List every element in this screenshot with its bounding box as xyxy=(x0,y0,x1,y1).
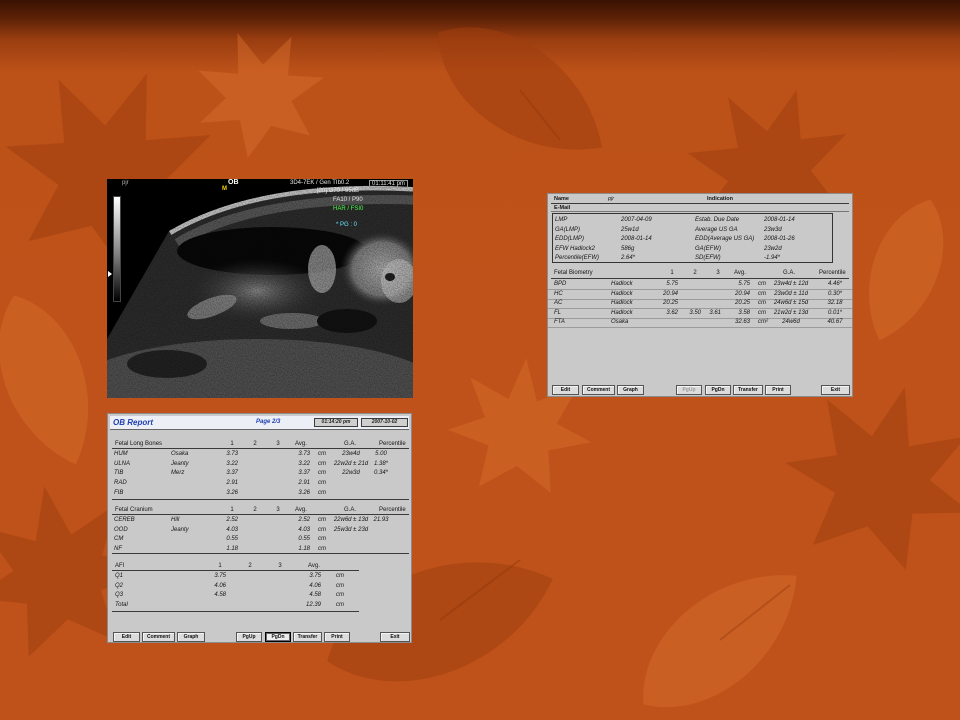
gain-label: [20] G70 / 95dB xyxy=(317,188,360,194)
method-cell: Hadlock xyxy=(611,309,633,316)
ob-report-page-1: Name pjr Indication E-Mail LMP 2007-04-09… xyxy=(547,193,853,397)
pct-cell: 4.46* xyxy=(827,281,842,287)
graph-button[interactable]: Graph xyxy=(177,632,205,642)
pg-label: * PG : 0 xyxy=(336,222,358,228)
unit-cell: cm xyxy=(336,582,344,589)
unit-cell: cm xyxy=(758,300,766,307)
name-cell: AC xyxy=(554,300,563,307)
unit-cell: cm xyxy=(336,602,344,609)
unit-cell: cm xyxy=(758,281,766,287)
patient-name-label: pjr xyxy=(122,180,129,186)
print-button[interactable]: Print xyxy=(324,632,350,642)
pgdn-button[interactable]: PgDn xyxy=(265,632,291,642)
unit-cell: cm² xyxy=(758,319,768,326)
name-cell: Total xyxy=(115,602,128,609)
transfer-button[interactable]: Transfer xyxy=(733,385,763,395)
pgup-button[interactable]: PgUp xyxy=(236,632,262,642)
m1-cell: 20.94 xyxy=(662,290,678,297)
row-total: Total 12.39 cm xyxy=(108,601,411,610)
ga-cell: 23w0d ± 11d xyxy=(774,290,808,297)
afi-table: Q1 3.75 3.75 cm Q2 4.06 4.06 cm Q3 4.58 4.58 cm Tota… xyxy=(108,414,411,642)
row-q1: Q1 3.75 3.75 cm xyxy=(108,572,411,581)
exit-button[interactable]: Exit xyxy=(821,385,850,395)
row-ac: AC Hadlock 20.25 20.25 cm 24w6d ± 15d 32.18 xyxy=(548,299,852,310)
m1-cell: 5.75 xyxy=(666,281,678,287)
ga-cell: 24w6d ± 15d xyxy=(773,300,809,307)
graph-button[interactable]: Graph xyxy=(617,385,644,395)
unit-cell: cm xyxy=(336,573,344,579)
m1-cell: 4.58 xyxy=(214,592,226,599)
ga-cell: 23w4d ± 12d xyxy=(773,281,809,287)
print-button[interactable]: Print xyxy=(765,385,791,395)
method-cell: Hadlock xyxy=(611,290,633,297)
row-q3: Q3 4.58 4.58 cm xyxy=(108,591,411,600)
avg-cell: 4.06 xyxy=(309,582,321,589)
row-bpd: BPD Hadlock 5.75 5.75 cm 23w4d ± 12d 4.46* xyxy=(548,280,852,290)
row-fl: FL Hadlock 3.62 3.50 3.61 3.58 cm 21w2d ± 13d 0.… xyxy=(548,309,852,319)
avg-cell: 20.25 xyxy=(734,300,750,307)
pct-cell: 0.30* xyxy=(827,290,842,297)
clock-label: 01:11:41 pm xyxy=(369,180,408,188)
unit-cell: cm xyxy=(758,290,766,297)
pct-cell: 0.01* xyxy=(827,309,842,316)
m1-cell: 20.25 xyxy=(662,300,678,307)
m1-cell: 3.75 xyxy=(214,573,226,579)
ob-report-page-2: OB Report Page 2/3 01:14:20 pm 2007-10-0… xyxy=(107,413,412,643)
transfer-button[interactable]: Transfer xyxy=(293,632,322,642)
name-cell: FTA xyxy=(554,319,565,326)
marker-m-label: M xyxy=(222,186,227,192)
divider xyxy=(112,611,359,612)
name-cell: HC xyxy=(554,290,563,297)
ultrasound-image xyxy=(107,185,413,398)
edit-button[interactable]: Edit xyxy=(113,632,140,642)
name-cell: Q3 xyxy=(115,592,124,599)
avg-cell: 4.58 xyxy=(309,592,321,599)
row-hc: HC Hadlock 20.94 20.94 cm 23w0d ± 11d 0.30* xyxy=(548,290,852,300)
avg-cell: 3.58 xyxy=(738,309,750,316)
edit-button[interactable]: Edit xyxy=(552,385,579,395)
pgup-button[interactable]: PgUp xyxy=(676,385,702,395)
probe-label: 3D4-7EK / Gen TIb0.2 xyxy=(290,180,350,186)
avg-cell: 5.75 xyxy=(738,281,750,287)
avg-cell: 12.39 xyxy=(305,602,321,609)
button-bar: Edit Comment Graph PgUp PgDn Transfer Print Exi… xyxy=(108,632,411,642)
exit-button[interactable]: Exit xyxy=(380,632,410,642)
pgdn-button[interactable]: PgDn xyxy=(705,385,731,395)
exam-mode-label: OB xyxy=(228,179,239,186)
unit-cell: cm xyxy=(758,309,766,316)
name-cell: Q2 xyxy=(115,582,124,589)
harmonic-label: HAR / FSI0 xyxy=(333,206,364,212)
biometry-table: BPD Hadlock 5.75 5.75 cm 23w4d ± 12d 4.46* HC Ha… xyxy=(548,194,852,396)
focus-label: FA10 / P90 xyxy=(333,197,363,203)
avg-cell: 32.63 xyxy=(734,319,750,326)
avg-cell: 20.94 xyxy=(734,290,750,297)
method-cell: Hadlock xyxy=(611,281,633,287)
ultrasound-image-panel: pjr OB M 3D4-7EK / Gen TIb0.2 01:11:41 p… xyxy=(107,179,413,398)
ga-cell: 24w6d xyxy=(782,319,800,326)
unit-cell: cm xyxy=(336,592,344,599)
m1-cell: 4.06 xyxy=(214,582,226,589)
row-fta: FTA Osaka 32.63 cm² 24w6d 40.67 xyxy=(548,318,852,329)
pct-cell: 40.67 xyxy=(827,319,843,326)
avg-cell: 3.75 xyxy=(309,573,321,579)
row-q2: Q2 4.06 4.06 cm xyxy=(108,582,411,591)
comment-button[interactable]: Comment xyxy=(582,385,615,395)
comment-button[interactable]: Comment xyxy=(142,632,175,642)
pct-cell: 32.18 xyxy=(827,300,843,307)
name-cell: FL xyxy=(554,309,562,316)
name-cell: Q1 xyxy=(115,573,124,579)
method-cell: Hadlock xyxy=(611,300,633,307)
grayscale-bar xyxy=(113,196,121,302)
grayscale-marker-icon xyxy=(108,271,112,277)
m3-cell: 3.61 xyxy=(709,309,721,316)
button-bar: Edit Comment Graph PgUp PgDn Transfer Print Exi… xyxy=(548,385,852,395)
method-cell: Osaka xyxy=(611,319,629,326)
name-cell: BPD xyxy=(554,281,567,287)
ga-cell: 21w2d ± 13d xyxy=(773,309,809,316)
